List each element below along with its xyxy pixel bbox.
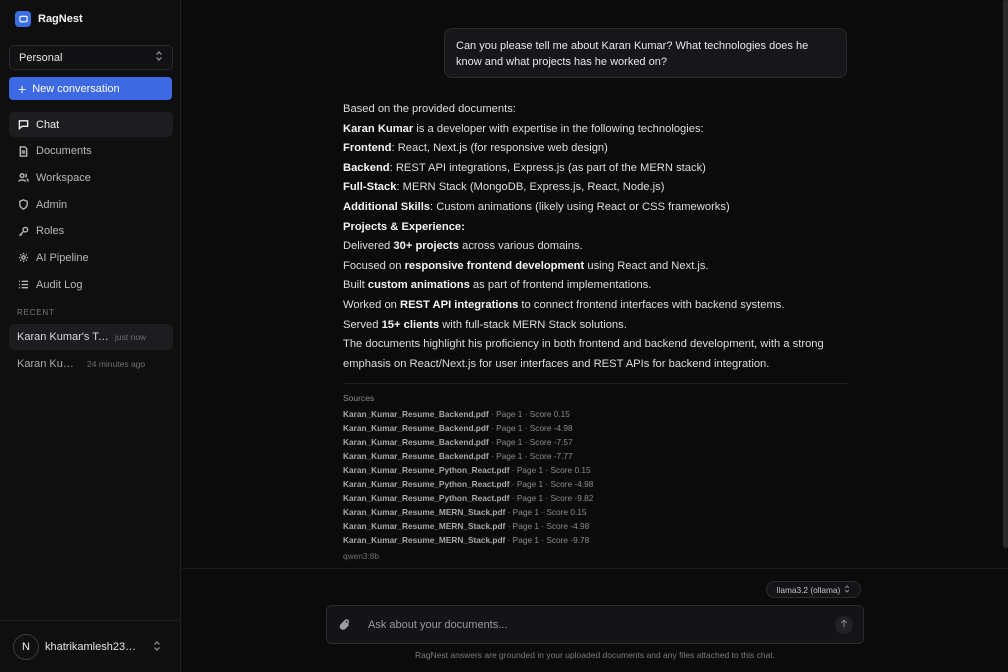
nav-item-admin[interactable]: Admin bbox=[9, 192, 173, 217]
nav-item-chat[interactable]: Chat bbox=[9, 112, 173, 137]
plus-icon: + bbox=[18, 80, 27, 97]
recent-conversation-title: Karan Kumar's Profile bbox=[17, 358, 81, 370]
new-conversation-label: New conversation bbox=[32, 82, 120, 95]
answer-line: Based on the provided documents: bbox=[343, 103, 516, 115]
response-model-tag: qwen3:8b bbox=[343, 551, 379, 561]
source-item[interactable]: Karan_Kumar_Resume_Python_React.pdf · Pa… bbox=[343, 478, 593, 492]
chat-scrollbar[interactable] bbox=[1003, 0, 1008, 548]
answer-line: Full-Stack: MERN Stack (MongoDB, Express… bbox=[343, 181, 665, 194]
nav-item-label: Roles bbox=[36, 225, 65, 238]
recent-header: RECENT bbox=[17, 308, 55, 317]
sidebar: RagNest Personal + New conversation Chat… bbox=[0, 0, 181, 672]
main-nav: Chat Documents Workspace Admin Roles AI … bbox=[9, 112, 173, 299]
nav-item-ai-pipeline[interactable]: AI Pipeline bbox=[9, 245, 173, 270]
recent-conversation-item[interactable]: Karan Kumar's Technologies and Projects … bbox=[9, 324, 173, 350]
nav-item-label: Workspace bbox=[36, 171, 91, 184]
answer-line: Built custom animations as part of front… bbox=[343, 279, 652, 292]
composer bbox=[326, 605, 864, 644]
app-name: RagNest bbox=[38, 13, 83, 25]
model-select[interactable]: llama3.2 (ollama) bbox=[766, 581, 861, 598]
shield-icon bbox=[17, 199, 29, 211]
avatar: N bbox=[13, 633, 39, 660]
send-button[interactable] bbox=[835, 615, 853, 634]
ragnest-logo-icon bbox=[15, 11, 31, 27]
users-icon bbox=[17, 172, 29, 184]
source-item[interactable]: Karan_Kumar_Resume_MERN_Stack.pdf · Page… bbox=[343, 534, 593, 548]
nav-item-label: AI Pipeline bbox=[36, 251, 89, 264]
answer-line: Worked on REST API integrations to conne… bbox=[343, 298, 785, 311]
paperclip-icon[interactable] bbox=[339, 618, 353, 632]
sources-header: Sources bbox=[343, 393, 375, 403]
assistant-message: Based on the provided documents: Karan K… bbox=[343, 100, 848, 374]
nav-item-label: Chat bbox=[36, 118, 60, 131]
answer-line: Projects & Experience: bbox=[343, 220, 465, 233]
sources-divider bbox=[343, 383, 848, 384]
recent-conversation-title: Karan Kumar's Technologies and Projects bbox=[17, 331, 109, 343]
chevron-up-down-icon bbox=[153, 640, 161, 653]
source-item[interactable]: Karan_Kumar_Resume_MERN_Stack.pdf · Page… bbox=[343, 520, 593, 534]
source-item[interactable]: Karan_Kumar_Resume_Backend.pdf · Page 1 … bbox=[343, 450, 593, 464]
chevron-up-down-icon bbox=[155, 51, 163, 64]
answer-line: Frontend: React, Next.js (for responsive… bbox=[343, 142, 608, 155]
recent-conversation-time: just now bbox=[115, 332, 147, 342]
workspace-select-value: Personal bbox=[19, 51, 63, 64]
key-icon bbox=[17, 225, 29, 237]
source-item[interactable]: Karan_Kumar_Resume_Python_React.pdf · Pa… bbox=[343, 464, 593, 478]
nav-item-roles[interactable]: Roles bbox=[9, 219, 173, 244]
user-menu[interactable]: N khatrikamlesh23@gmail.com bbox=[0, 620, 181, 672]
nav-item-audit-log[interactable]: Audit Log bbox=[9, 272, 173, 297]
brand[interactable]: RagNest bbox=[15, 11, 83, 27]
nav-item-label: Documents bbox=[36, 145, 92, 158]
source-item[interactable]: Karan_Kumar_Resume_Backend.pdf · Page 1 … bbox=[343, 408, 593, 422]
recent-conversation-item[interactable]: Karan Kumar's Profile 24 minutes ago bbox=[9, 351, 173, 377]
nav-item-label: Audit Log bbox=[36, 278, 83, 291]
nav-item-documents[interactable]: Documents bbox=[9, 139, 173, 164]
new-conversation-button[interactable]: + New conversation bbox=[9, 77, 172, 100]
answer-line: Additional Skills: Custom animations (li… bbox=[343, 200, 730, 213]
answer-line: Delivered 30+ projects across various do… bbox=[343, 240, 583, 253]
model-select-value: llama3.2 (ollama) bbox=[776, 584, 841, 595]
message-input[interactable] bbox=[368, 618, 835, 631]
sources-list: Karan_Kumar_Resume_Backend.pdf · Page 1 … bbox=[343, 408, 593, 548]
gear-icon bbox=[17, 252, 29, 264]
user-email: khatrikamlesh23@gmail.com bbox=[45, 640, 145, 653]
nav-item-label: Admin bbox=[36, 198, 68, 211]
source-item[interactable]: Karan_Kumar_Resume_Backend.pdf · Page 1 … bbox=[343, 436, 593, 450]
answer-line: Backend: REST API integrations, Express.… bbox=[343, 161, 706, 174]
chat-icon bbox=[17, 119, 29, 131]
recent-list: Karan Kumar's Technologies and Projects … bbox=[9, 324, 173, 378]
list-icon bbox=[17, 279, 29, 291]
source-item[interactable]: Karan_Kumar_Resume_Backend.pdf · Page 1 … bbox=[343, 422, 593, 436]
answer-summary: The documents highlight his proficiency … bbox=[343, 338, 824, 370]
composer-divider bbox=[182, 568, 1008, 569]
answer-line: Focused on responsive frontend developme… bbox=[343, 259, 709, 272]
answer-line: Served 15+ clients with full-stack MERN … bbox=[343, 318, 627, 331]
user-message-bubble: Can you please tell me about Karan Kumar… bbox=[444, 28, 847, 78]
answer-line: Karan Kumar is a developer with expertis… bbox=[343, 122, 704, 135]
arrow-up-icon bbox=[840, 619, 848, 630]
workspace-select[interactable]: Personal bbox=[9, 45, 173, 70]
recent-conversation-time: 24 minutes ago bbox=[87, 359, 146, 369]
document-icon bbox=[17, 145, 29, 157]
chevron-up-down-icon bbox=[844, 584, 850, 595]
nav-item-workspace[interactable]: Workspace bbox=[9, 165, 173, 190]
composer-footer-note: RagNest answers are grounded in your upl… bbox=[414, 650, 776, 660]
source-item[interactable]: Karan_Kumar_Resume_Python_React.pdf · Pa… bbox=[343, 492, 593, 506]
source-item[interactable]: Karan_Kumar_Resume_MERN_Stack.pdf · Page… bbox=[343, 506, 593, 520]
